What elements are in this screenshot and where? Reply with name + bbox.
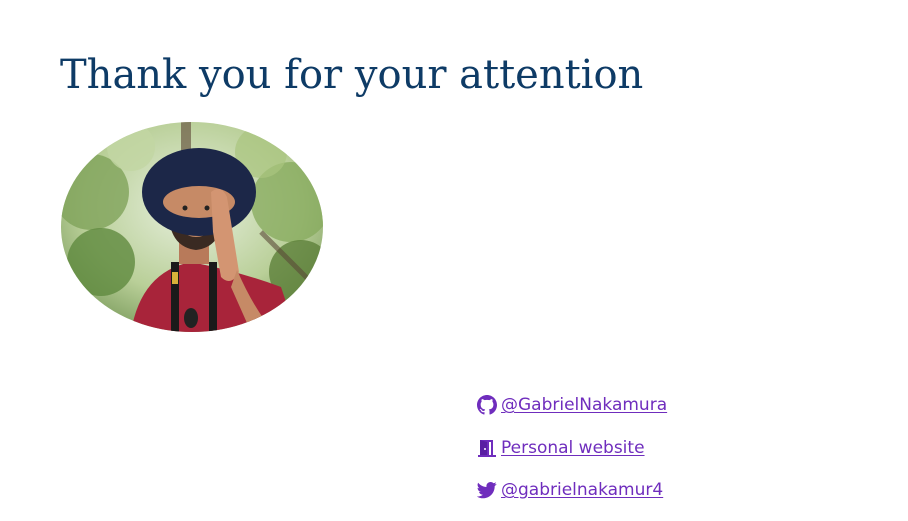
github-link-label: @GabrielNakamura	[501, 395, 668, 415]
twitter-link[interactable]: @gabrielnakamur4	[477, 478, 667, 502]
door-icon	[477, 438, 497, 458]
github-link[interactable]: @GabrielNakamura	[477, 393, 667, 417]
profile-photo	[61, 122, 323, 332]
twitter-icon	[477, 480, 497, 500]
personal-website-link-label: Personal website	[501, 437, 645, 458]
personal-website-link[interactable]: Personal website	[477, 436, 667, 460]
twitter-link-label: @gabrielnakamur4	[501, 480, 664, 500]
github-icon	[477, 395, 497, 415]
slide-title: Thank you for your attention	[60, 52, 644, 98]
contact-links: @GabrielNakamura Personal website @gabri…	[477, 393, 667, 521]
